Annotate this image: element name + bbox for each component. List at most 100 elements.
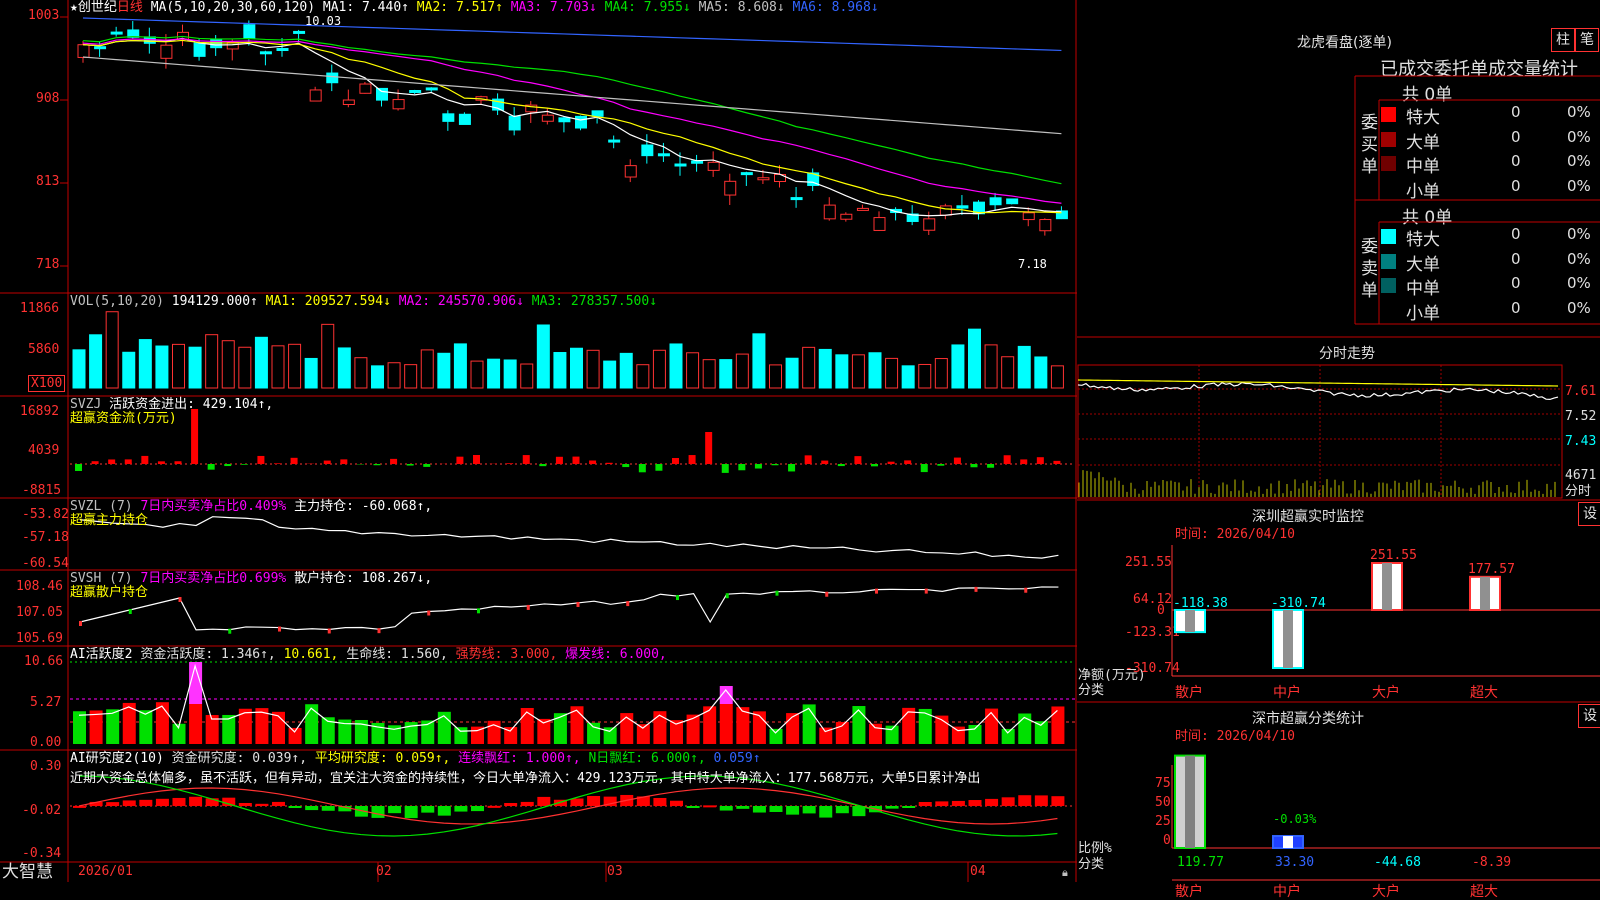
ai-active-bar-0 bbox=[73, 711, 86, 744]
svsh-mark-42 bbox=[775, 590, 779, 596]
price-pane-header: ★创世纪日线 MA(5,10,20,30,60,120) MA1: 7.440↑… bbox=[70, 0, 879, 15]
volume-bar-10 bbox=[238, 346, 252, 389]
svzj-bar-43 bbox=[788, 464, 796, 472]
svzj-bar-10 bbox=[240, 464, 248, 465]
sz-monitor-axis-1: 64.12 bbox=[1133, 592, 1173, 607]
volume-bar-0 bbox=[72, 349, 86, 389]
volume-bar-27 bbox=[520, 363, 534, 389]
volume-bar-36 bbox=[669, 343, 683, 389]
sz-class-title: 深市超赢分类统计 bbox=[1252, 711, 1364, 727]
ai-research-bar-6 bbox=[172, 797, 186, 806]
ai-research-bar-59 bbox=[1051, 796, 1065, 806]
svsh-mark-6 bbox=[178, 597, 182, 602]
ai-active-bar-39 bbox=[719, 704, 733, 744]
main-chart-svg bbox=[0, 0, 1077, 882]
brand-logo: 大智慧 bbox=[2, 862, 53, 882]
tick-mode-button[interactable]: 笔 bbox=[1575, 28, 1599, 52]
volume-bar-5 bbox=[155, 345, 169, 389]
lock-icon[interactable]: 🔒︎ bbox=[1062, 866, 1068, 880]
svsh-mark-15 bbox=[327, 628, 331, 634]
ai-research-axis-mid: -0.02 bbox=[22, 803, 62, 818]
sz-class-bar-shade-0 bbox=[1185, 755, 1195, 848]
ai-research-bar-54 bbox=[968, 800, 982, 806]
volume-bar-34 bbox=[636, 364, 650, 389]
svzj-bar-13 bbox=[290, 457, 298, 464]
volume-bar-49 bbox=[885, 357, 899, 389]
volume-bar-8 bbox=[205, 334, 219, 389]
candle-body-40 bbox=[740, 172, 753, 176]
candle-body-43 bbox=[790, 197, 803, 201]
ai-research-bar-5 bbox=[155, 798, 169, 806]
main-chart-area[interactable]: ★创世纪日线 MA(5,10,20,30,60,120) MA1: 7.440↑… bbox=[0, 0, 1077, 882]
candle-body-16 bbox=[342, 99, 355, 106]
candle-body-47 bbox=[856, 207, 869, 211]
svsh-mark-18 bbox=[377, 628, 381, 634]
price-high-note: 10.03 bbox=[305, 14, 342, 28]
svzj-bar-45 bbox=[821, 460, 829, 464]
svsh-header: SVSH (7) 7日内买卖净占比0.699% 散户持仓: 108.267↓, bbox=[70, 571, 432, 586]
sz-monitor-settings-button[interactable]: 设 bbox=[1578, 502, 1600, 526]
volume-bar-38 bbox=[702, 359, 716, 389]
price-low-note: 7.18 bbox=[1018, 257, 1047, 271]
volume-bar-25 bbox=[487, 358, 501, 389]
ai-active-bar-50 bbox=[902, 707, 916, 744]
sz-monitor-ylabel: 净额(万元) bbox=[1078, 668, 1146, 683]
star-icon[interactable]: ★ bbox=[70, 0, 78, 15]
volume-bar-2 bbox=[105, 311, 119, 389]
volume-bar-24 bbox=[470, 360, 484, 389]
candle-body-52 bbox=[939, 205, 952, 216]
buy-row-pct-2: 0% bbox=[1567, 152, 1591, 170]
bar-mode-button[interactable]: 柱 bbox=[1551, 28, 1575, 52]
ma-value-0: MA1: 7.440↑ bbox=[322, 0, 409, 15]
buy-row-count-3: 0 bbox=[1511, 176, 1521, 195]
intraday-avg-line bbox=[1077, 379, 1559, 387]
buy-row-swatch-2 bbox=[1381, 156, 1396, 171]
ai-research-bar-7 bbox=[189, 796, 203, 806]
buy-row-name-3: 小单 bbox=[1406, 181, 1440, 202]
ai-research-bar-25 bbox=[487, 805, 501, 808]
volume-bar-48 bbox=[868, 352, 882, 389]
candle-body-46 bbox=[840, 213, 853, 220]
right-sidebar: 龙虎看盘(逐单) 柱 笔 已成交委托单成交量统计 委买单 委卖单 共 0单 共 … bbox=[1077, 0, 1600, 900]
svsh-mark-48 bbox=[875, 588, 878, 594]
ai-active-bar-4 bbox=[139, 710, 153, 744]
ai-research-bar-40 bbox=[736, 806, 750, 809]
vol-unit-badge[interactable]: X100 bbox=[28, 375, 66, 392]
buy-row-swatch-1 bbox=[1381, 131, 1396, 147]
svzj-bar-37 bbox=[688, 455, 696, 464]
sz-class-cat-0: 散户 bbox=[1175, 883, 1203, 900]
buy-row-swatch-3 bbox=[1381, 181, 1396, 196]
sz-monitor-bar-shade-2 bbox=[1382, 563, 1392, 610]
period-label[interactable]: 日线 bbox=[117, 0, 143, 15]
buy-row-count-0: 0 bbox=[1511, 103, 1521, 121]
svzj-bar-32 bbox=[605, 462, 613, 464]
svzj-bar-8 bbox=[207, 464, 215, 470]
sell-row-pct-1: 0% bbox=[1567, 249, 1591, 268]
volume-bar-18 bbox=[371, 365, 384, 389]
ai-research-value-0: 资金研究度: 0.039↑, bbox=[171, 751, 308, 766]
ai-research-axis-bot: -0.34 bbox=[22, 846, 62, 861]
sz-class-bar-shade-1 bbox=[1283, 836, 1293, 848]
sz-monitor-bar-shade-0 bbox=[1185, 610, 1195, 633]
ma-values: MA1: 7.440↑ MA2: 7.517↑ MA3: 7.703↓ MA4:… bbox=[323, 0, 879, 15]
svzj-bar-18 bbox=[373, 464, 381, 466]
svzj-bar-24 bbox=[473, 455, 480, 464]
svzj-bar-2 bbox=[108, 459, 116, 464]
volume-bar-7 bbox=[188, 346, 202, 389]
volume-bar-30 bbox=[570, 347, 583, 389]
svzj-bar-29 bbox=[555, 456, 563, 464]
volume-bar-16 bbox=[337, 347, 351, 389]
svsh-ratio: 7日内买卖净占比0.699% bbox=[140, 571, 287, 586]
candle-body-51 bbox=[923, 218, 936, 231]
ma-line-1 bbox=[82, 37, 1062, 217]
svsh-mark-9 bbox=[228, 628, 232, 634]
svsh-hold: 散户持仓: 108.267↓, bbox=[294, 571, 433, 586]
sz-class-settings-button[interactable]: 设 bbox=[1578, 704, 1600, 728]
candle-body-28 bbox=[541, 114, 554, 122]
intraday-vol-unit: 分时 bbox=[1565, 484, 1592, 499]
svzl-line bbox=[79, 516, 1059, 559]
ai-research-bar-18 bbox=[371, 806, 385, 818]
volume-bar-58 bbox=[1034, 356, 1048, 389]
volume-bar-28 bbox=[536, 324, 550, 389]
svzj-bar-36 bbox=[672, 458, 679, 464]
